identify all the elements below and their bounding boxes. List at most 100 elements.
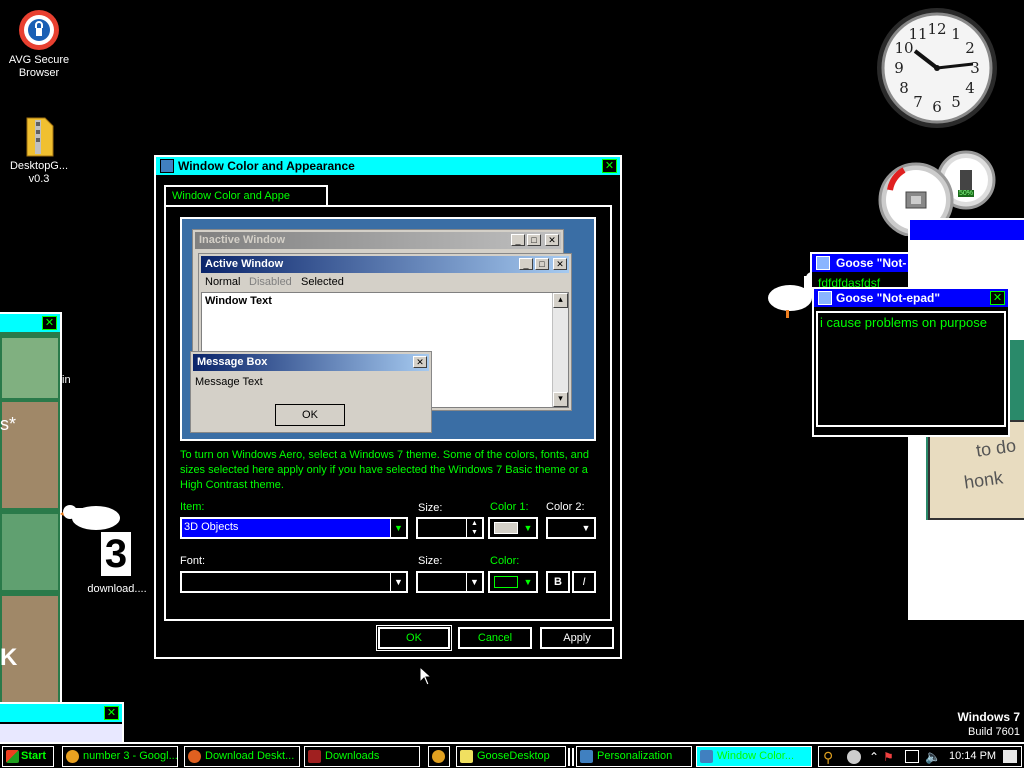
font-label: Font: [180, 555, 206, 567]
chevron-down-icon[interactable]: ▼ [578, 519, 594, 537]
chevron-down-icon[interactable]: ▼ [466, 573, 482, 591]
spinner-arrows-icon[interactable]: ▲ ▼ [466, 519, 482, 537]
tab-window-color[interactable]: Window Color and Appe [164, 185, 328, 207]
chevron-down-icon[interactable]: ▼ [520, 519, 536, 537]
dialog-icon [160, 159, 174, 173]
clock-number: 8 [899, 79, 909, 97]
chevron-down-icon[interactable]: ▼ [520, 573, 536, 591]
download-image-thumbnail: 3 [101, 532, 131, 576]
clock-number: 5 [951, 93, 961, 111]
apply-button[interactable]: Apply [540, 627, 614, 649]
downloads-icon [308, 750, 321, 763]
preview-inactive-title: Inactive Window [195, 232, 561, 249]
clock-number: 1 [951, 25, 961, 43]
taskbar-item-firefox[interactable]: Download Deskt... [184, 746, 300, 767]
bold-toggle[interactable]: B [546, 571, 570, 593]
window-color-appearance-dialog[interactable]: Window Color and Appearance ✕ Window Col… [154, 155, 622, 659]
taskbar-item-chrome-pinned[interactable] [428, 746, 450, 767]
taskbar-separator [568, 748, 574, 766]
desktop-icon-label-download[interactable]: download.... [78, 583, 156, 595]
flag-icon[interactable]: ⚑ [883, 750, 894, 764]
clock-number: 4 [965, 79, 975, 97]
chrome-icon [66, 750, 79, 763]
volume-icon[interactable]: 🔈 [925, 749, 941, 765]
clock-number: 6 [932, 98, 942, 116]
clock-number: 2 [965, 39, 975, 57]
chevron-up-icon[interactable]: ⌃ [869, 750, 879, 764]
partial-window-titlebar [910, 220, 1024, 240]
goose-notepad-window[interactable]: Goose "Not-epad" ✕ i cause problems on p… [812, 287, 1010, 437]
close-icon[interactable]: ✕ [42, 316, 57, 330]
close-icon[interactable]: ✕ [602, 159, 617, 173]
clock-time[interactable]: 10:14 PM [949, 750, 996, 762]
desktop-icon-avg-secure-browser[interactable]: AVG Secure Browser [0, 8, 78, 80]
preview-ok-button: OK [275, 404, 345, 426]
font-size-select[interactable]: ▼ [416, 571, 484, 593]
font-select[interactable]: ▼ [180, 571, 408, 593]
taskbar-item-window-color[interactable]: Window Color... [696, 746, 812, 767]
item-select[interactable]: 3D Objects ▼ [180, 517, 408, 539]
preview-msgbox-title: Message Box [193, 354, 429, 371]
show-desktop-icon[interactable] [1003, 750, 1017, 763]
mouse-cursor-icon [419, 665, 433, 686]
scroll-up-icon: ▴ [553, 293, 568, 308]
avg-browser-icon [17, 8, 61, 52]
color1-swatch [494, 522, 518, 534]
preview-scrollbar: ▴ ▾ [552, 293, 568, 407]
ok-button[interactable]: OK [376, 625, 452, 651]
aero-info-text: To turn on Windows Aero, select a Window… [180, 449, 590, 491]
color1-picker[interactable]: ▼ [488, 517, 538, 539]
network-icon[interactable] [847, 750, 861, 764]
windows-build: Build 7601 [968, 726, 1020, 738]
note-text: to do [974, 435, 1018, 461]
minimize-icon: _ [519, 258, 533, 270]
chevron-down-icon[interactable]: ▼ [390, 573, 406, 591]
window-title: Goose "Not-epad" [814, 289, 1008, 307]
font-color-swatch [494, 576, 518, 588]
taskbar-item-label: Window Color... [717, 750, 795, 762]
color2-picker[interactable]: ▼ [546, 517, 596, 539]
item-label: Item: [180, 501, 205, 513]
start-button[interactable]: Start [2, 746, 54, 767]
goose-notepad-window-back[interactable]: Goose "Not- fdfdfdasfdsf [810, 252, 910, 292]
clock-number: 9 [894, 59, 904, 77]
clock-number: 12 [927, 20, 946, 38]
system-tray: ⚲ ⌃ ⚑ 🔈 10:14 PM [818, 746, 1022, 767]
search-icon[interactable]: ⚲ [823, 749, 833, 766]
notepad-textarea[interactable]: i cause problems on purpose [816, 311, 1006, 427]
firefox-icon [188, 750, 201, 763]
item-size-spinner[interactable]: ▲ ▼ [416, 517, 484, 539]
preview-active-title: Active Window [201, 256, 569, 273]
font-color-picker[interactable]: ▼ [488, 571, 538, 593]
close-icon: ✕ [545, 234, 559, 246]
cancel-button[interactable]: Cancel [458, 627, 532, 649]
item-size-label: Size: [418, 502, 443, 514]
taskbar-item-personalization[interactable]: Personalization [576, 746, 692, 767]
chevron-down-icon[interactable]: ▼ [390, 519, 406, 537]
taskbar-item-goosedesktop[interactable]: GooseDesktop [456, 746, 566, 767]
window-color-icon [700, 750, 713, 763]
note-text: honk [962, 467, 1005, 493]
minimize-icon: _ [511, 234, 525, 246]
desktop-icon-desktopgoose[interactable]: DesktopG... v0.3 [0, 114, 78, 186]
monitor-icon[interactable] [905, 750, 919, 763]
taskbar-item-label: number 3 - Googl... [83, 750, 178, 762]
font-color-label: Color: [490, 555, 520, 567]
windows-brand: Windows 7 [957, 710, 1020, 724]
close-icon[interactable]: ✕ [104, 706, 119, 720]
partial-label: in [62, 374, 71, 386]
clock-number: 7 [913, 93, 923, 111]
taskbar-item-label: Personalization [597, 750, 673, 762]
zip-folder-icon [17, 114, 61, 158]
clock-gadget[interactable]: 12 1 2 3 4 5 6 7 8 9 10 11 [875, 6, 999, 130]
partial-window-bottom[interactable]: ✕ [0, 702, 124, 742]
italic-toggle[interactable]: I [572, 571, 596, 593]
partial-meme-window[interactable]: ✕ s* K [0, 312, 62, 708]
preview-menu-normal: Normal [205, 276, 241, 288]
windows-logo-icon [6, 750, 19, 763]
taskbar-item-downloads[interactable]: Downloads [304, 746, 420, 767]
close-icon[interactable]: ✕ [990, 291, 1005, 305]
taskbar-item-chrome[interactable]: number 3 - Googl... [62, 746, 178, 767]
notepad-text: i cause problems on purpose [820, 315, 987, 330]
item-select-value: 3D Objects [184, 521, 239, 533]
